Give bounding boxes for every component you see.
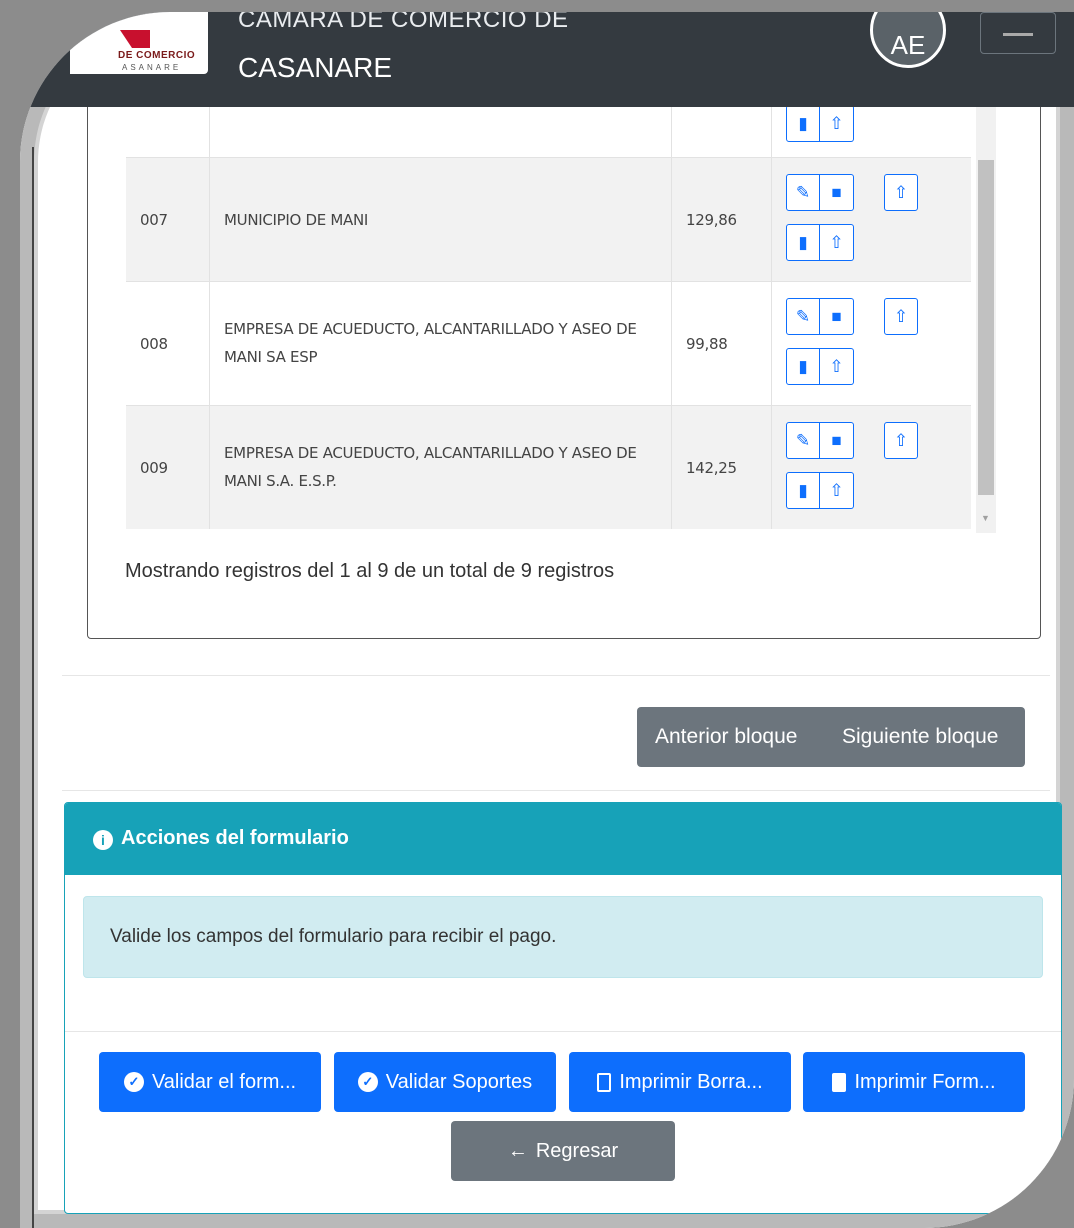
upload-icon[interactable]: ⇧: [820, 472, 854, 509]
alert-text: Valide los campos del formulario para re…: [110, 926, 557, 947]
form-actions-card: i Acciones del formulario Valide los cam…: [64, 802, 1062, 1214]
table-card: ▮ ⇧ 007 MUNICIPIO DE MANI 129,86 ✎ ■ ⇧ ▮…: [87, 92, 1041, 639]
table-cell: 009: [126, 406, 209, 529]
hamburger-icon: [1003, 33, 1033, 36]
trash-icon[interactable]: ■: [820, 174, 854, 211]
edit-icon[interactable]: ✎: [786, 174, 820, 211]
form-actions-title: Acciones del formulario: [121, 827, 349, 849]
button-label: Regresar: [535, 1139, 619, 1162]
info-circle-icon: i: [93, 830, 113, 850]
back-button[interactable]: ← Regresar: [451, 1121, 675, 1181]
logo-mark-icon: [120, 30, 150, 48]
validate-supports-button[interactable]: ✓ Validar Soportes: [334, 1052, 556, 1112]
table-cell: EMPRESA DE ACUEDUCTO, ALCANTARILLADO Y A…: [209, 282, 671, 405]
print-draft-button[interactable]: Imprimir Borra...: [569, 1052, 791, 1112]
row-name: MUNICIPIO DE MANI: [224, 211, 369, 229]
button-label: Validar el form...: [151, 1070, 297, 1093]
scrollbar-thumb[interactable]: [978, 160, 994, 495]
logo-text: DE COMERCIO: [118, 50, 196, 61]
edit-icon[interactable]: ✎: [786, 298, 820, 335]
table-row: 007 MUNICIPIO DE MANI 129,86 ✎ ■ ⇧ ▮ ⇧: [126, 157, 971, 281]
table-cell: 99,88: [671, 282, 771, 405]
divider: [62, 790, 1050, 791]
row-name: EMPRESA DE ACUEDUCTO, ALCANTARILLADO Y A…: [224, 320, 637, 338]
file-icon[interactable]: ▮: [786, 224, 820, 261]
upload-icon[interactable]: ⇧: [820, 224, 854, 261]
row-number: 008: [140, 335, 168, 353]
navbar: DE COMERCIO ASANARE CÁMARA DE COMERCIO D…: [20, 12, 1074, 107]
table-cell: ✎ ■ ⇧ ▮ ⇧: [771, 158, 971, 281]
brand-title-line2: CASANARE: [238, 52, 393, 83]
logo[interactable]: DE COMERCIO ASANARE: [70, 12, 208, 74]
page-frame: DE COMERCIO ASANARE CÁMARA DE COMERCIO D…: [20, 12, 1074, 1228]
divider: [65, 1031, 1061, 1032]
table-cell: 142,25: [671, 406, 771, 529]
table-cell: 129,86: [671, 158, 771, 281]
edit-icon[interactable]: ✎: [786, 422, 820, 459]
row-number: 007: [140, 211, 168, 229]
upload-icon[interactable]: ⇧: [884, 174, 918, 211]
check-circle-icon: ✓: [357, 1072, 378, 1092]
table-cell: EMPRESA DE ACUEDUCTO, ALCANTARILLADO Y A…: [209, 406, 671, 529]
upload-icon[interactable]: ⇧: [820, 105, 854, 142]
validate-form-button[interactable]: ✓ Validar el form...: [99, 1052, 321, 1112]
logo-subtext: ASANARE: [122, 63, 182, 72]
upload-icon[interactable]: ⇧: [884, 422, 918, 459]
divider: [62, 675, 1050, 676]
file-icon[interactable]: ▮: [786, 472, 820, 509]
arrow-left-icon: ←: [507, 1139, 528, 1162]
menu-toggle-button[interactable]: [980, 12, 1056, 54]
row-value: 142,25: [686, 459, 737, 477]
form-actions-header: i Acciones del formulario: [65, 803, 1061, 875]
trash-icon[interactable]: ■: [820, 298, 854, 335]
table-row: 008 EMPRESA DE ACUEDUCTO, ALCANTARILLADO…: [126, 281, 971, 405]
table-cell: 007: [126, 158, 209, 281]
table-cell: ✎ ■ ⇧ ▮ ⇧: [771, 406, 971, 529]
scroll-down-icon[interactable]: ▼: [981, 513, 990, 523]
previous-block-button[interactable]: Anterior bloque: [655, 725, 797, 749]
table-info: Mostrando registros del 1 al 9 de un tot…: [125, 560, 615, 582]
row-name-cont: MANI S.A. E.S.P.: [224, 472, 337, 490]
row-name: EMPRESA DE ACUEDUCTO, ALCANTARILLADO Y A…: [224, 444, 637, 462]
file-pdf-icon: [832, 1072, 847, 1092]
avatar[interactable]: AE: [870, 12, 946, 68]
brand-title-line1: CÁMARA DE COMERCIO DE: [238, 12, 569, 33]
table-cell: 008: [126, 282, 209, 405]
table-cell: MUNICIPIO DE MANI: [209, 158, 671, 281]
row-value: 99,88: [686, 335, 728, 353]
upload-icon[interactable]: ⇧: [884, 298, 918, 335]
row-value: 129,86: [686, 211, 737, 229]
file-icon: [597, 1072, 612, 1092]
next-block-button[interactable]: Siguiente bloque: [842, 725, 998, 749]
file-icon[interactable]: ▮: [786, 105, 820, 142]
block-pagination: Anterior bloque Siguiente bloque: [637, 707, 1025, 767]
content-border: [32, 147, 34, 1228]
upload-icon[interactable]: ⇧: [820, 348, 854, 385]
button-label: Validar Soportes: [385, 1070, 533, 1093]
trash-icon[interactable]: ■: [820, 422, 854, 459]
button-label: Imprimir Form...: [854, 1070, 996, 1093]
button-label: Imprimir Borra...: [619, 1070, 763, 1093]
row-number: 009: [140, 459, 168, 477]
table-cell: ✎ ■ ⇧ ▮ ⇧: [771, 282, 971, 405]
row-name-cont: MANI SA ESP: [224, 348, 318, 366]
check-circle-icon: ✓: [123, 1072, 144, 1092]
table-row: 009 EMPRESA DE ACUEDUCTO, ALCANTARILLADO…: [126, 405, 971, 529]
file-icon[interactable]: ▮: [786, 348, 820, 385]
print-form-button[interactable]: Imprimir Form...: [803, 1052, 1025, 1112]
info-alert: Valide los campos del formulario para re…: [83, 896, 1043, 978]
